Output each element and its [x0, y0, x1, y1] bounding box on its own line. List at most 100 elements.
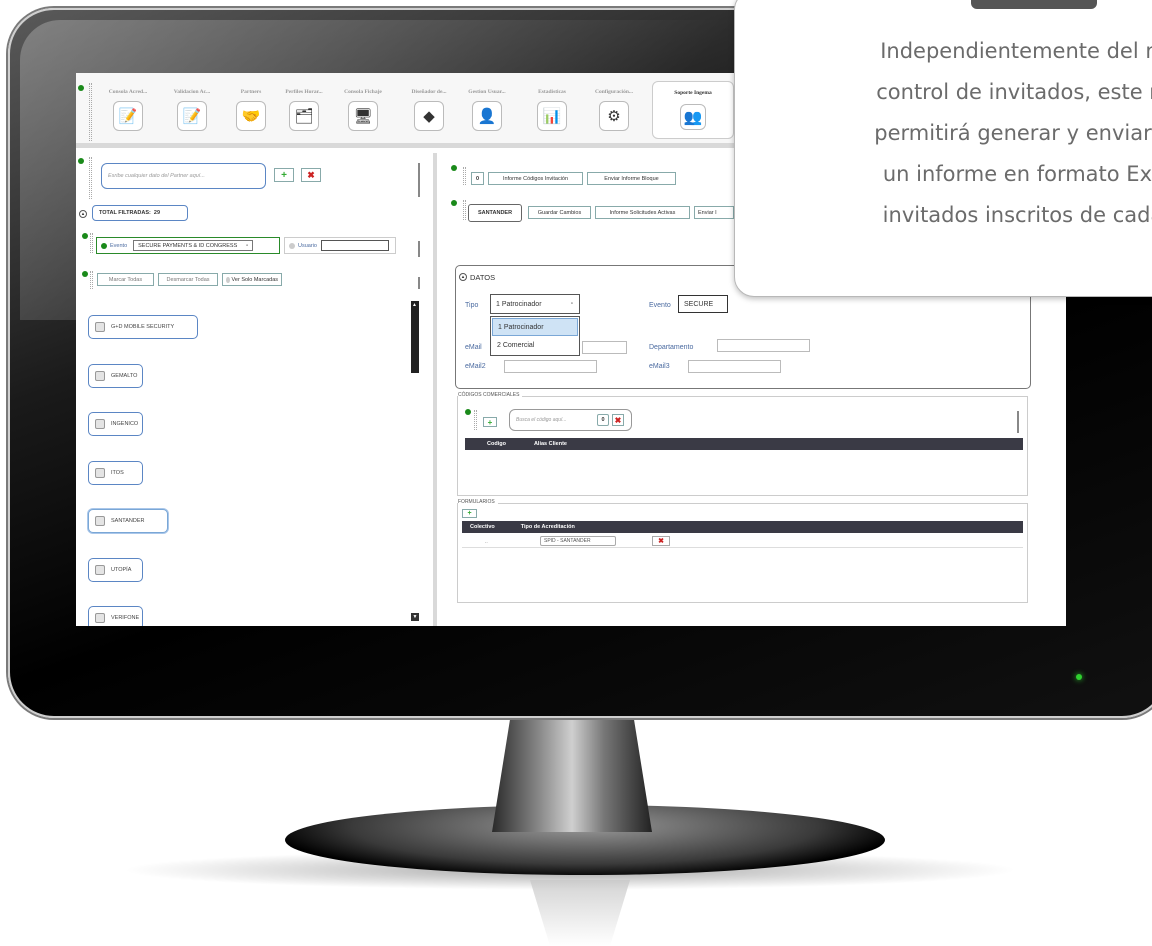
partner-list-item[interactable]: G+D MOBILE SECURITY [88, 315, 198, 339]
scroll-up-icon[interactable]: ▲ [412, 302, 417, 308]
chevron-down-icon: ▫ [570, 301, 573, 307]
status-dot [78, 85, 84, 91]
clear-code-button[interactable]: ✖ [612, 414, 624, 426]
partner-checkbox[interactable] [95, 613, 105, 623]
drag-handle[interactable] [463, 200, 466, 220]
partner-checkbox[interactable] [95, 467, 105, 478]
row-colectivo: .. [485, 539, 488, 545]
desmarcar-todas-button[interactable]: Desmarcar Todas [158, 273, 218, 286]
col-colectivo: Colectivo [470, 524, 495, 530]
partner-checkbox[interactable] [95, 370, 105, 381]
tipo-label: Tipo [465, 302, 479, 309]
partner-name: INGENICO [111, 421, 139, 427]
partner-list-item[interactable]: INGENICO [88, 412, 143, 436]
partner-search-input[interactable]: Esribe cualquier dato del Partner aquí..… [101, 163, 266, 189]
toolbar-item[interactable]: Partners 🤝 [221, 89, 281, 131]
partner-checkbox[interactable] [95, 419, 105, 429]
toolbar-item-label: Soporte Ingema [674, 90, 712, 96]
scrollbar[interactable] [418, 163, 420, 197]
email3-label: eMail3 [649, 363, 670, 370]
informe-codigos-button[interactable]: Informe Códigos Invitación [488, 172, 583, 185]
partner-list-item[interactable]: SANTANDER [88, 509, 168, 533]
partner-checkbox[interactable] [95, 322, 105, 332]
toolbar-item[interactable]: Diseñador de... ◆ [399, 89, 459, 131]
evento-filter[interactable]: Evento SECURE PAYMENTS & ID CONGRESS ▫ [96, 237, 280, 254]
evento-select[interactable]: SECURE PAYMENTS & ID CONGRESS ▫ [133, 240, 254, 251]
terminal-icon: 🖥 [348, 101, 378, 131]
informe-solicitudes-button[interactable]: Informe Solicitudes Activas [595, 206, 690, 219]
email-field[interactable] [582, 341, 627, 354]
scrollbar[interactable] [1017, 411, 1019, 433]
tipo-option[interactable]: 1 Patrocinador [492, 318, 578, 336]
callout-tab [971, 0, 1097, 9]
add-partner-button[interactable]: + [274, 168, 294, 182]
scrollbar[interactable] [418, 277, 420, 289]
settings-icon: ⚙ [599, 101, 629, 131]
partner-name: G+D MOBILE SECURITY [111, 324, 175, 330]
partner-name: ITOS [111, 469, 124, 476]
usuario-select[interactable] [320, 240, 389, 251]
tipo-select[interactable]: 1 Patrocinador ▫ [490, 294, 580, 314]
toolbar-item-label: Consola Acred... [108, 89, 148, 95]
toolbar-item[interactable]: Perfiles Horar... 🗂 [274, 89, 334, 131]
scrollbar[interactable] [418, 241, 420, 257]
toolbar-item[interactable]: Estadisticas 📊 [522, 89, 582, 131]
users-icon: 👤 [472, 101, 502, 131]
support-team-icon: 👥 [680, 104, 706, 130]
tipo-option[interactable]: 2 Comercial [491, 337, 579, 354]
toolbar-item-label: Partners [240, 89, 262, 95]
clear-search-button[interactable]: ✖ [301, 168, 321, 182]
toolbar-item[interactable]: Consola Fichaje 🖥 [333, 89, 393, 131]
table-row: .. SPID - SANTANDER ✖ [462, 535, 1023, 548]
row-tipo-acreditacion[interactable]: SPID - SANTANDER [540, 536, 616, 546]
toolbar-item[interactable]: Configuración... ⚙ [584, 89, 644, 131]
toolbar-item[interactable]: Gestion Usuar... 👤 [457, 89, 517, 131]
departamento-field[interactable] [717, 339, 810, 352]
toolbar-item-soporte[interactable]: Soporte Ingema 👥 [652, 81, 734, 139]
toolbar-item[interactable]: Validacion Ac... 📝 [162, 89, 222, 131]
partner-list-item[interactable]: VERIFONE [88, 606, 143, 626]
add-form-button[interactable]: + [462, 509, 477, 518]
drag-handle[interactable] [90, 271, 93, 289]
partner-list-item[interactable]: GEMALTO [88, 363, 143, 388]
codigos-title: CÓDIGOS COMERCIALES [458, 392, 523, 398]
partner-checkbox[interactable] [95, 516, 105, 526]
partner-list-scroll-thumb[interactable] [411, 301, 419, 373]
partner-name-badge: SANTANDER [468, 204, 522, 222]
email2-label: eMail2 [465, 363, 486, 370]
toolbar-item-label: Gestion Usuar... [468, 89, 506, 95]
add-code-button[interactable]: + [483, 417, 497, 427]
email2-field[interactable] [504, 360, 597, 373]
ver-solo-marcadas-button[interactable]: Ver Solo Marcadas [222, 273, 282, 286]
formularios-title: FORMULARIOS [458, 499, 498, 505]
guardar-cambios-button[interactable]: Guardar Cambios [528, 206, 591, 219]
enviar-informe-button[interactable]: Enviar I [694, 206, 734, 219]
scroll-down-icon[interactable]: ▼ [411, 613, 419, 621]
partner-checkbox[interactable] [95, 564, 105, 575]
enviar-informe-bloque-button[interactable]: Enviar Informe Bloque [587, 172, 676, 185]
toolbar-item[interactable]: Consola Acred... 📝 [98, 89, 158, 131]
marcar-todas-button[interactable]: Marcar Todas [97, 273, 154, 286]
power-led-icon [1076, 674, 1082, 680]
evento-field[interactable]: SECURE [678, 295, 728, 313]
col-tipo-acreditacion: Tipo de Acreditación [520, 524, 575, 530]
drag-handle[interactable] [463, 167, 466, 185]
col-alias-cliente: Alias Cliente [533, 441, 567, 447]
partner-list-item[interactable]: ITOS [88, 460, 143, 485]
partner-list-item[interactable]: UTOPÍA [88, 557, 143, 582]
delete-row-button[interactable]: ✖ [652, 536, 670, 546]
toolbar-item-label: Configuración... [594, 89, 634, 95]
collapse-icon[interactable]: ▴ [459, 273, 467, 281]
drag-handle[interactable] [90, 233, 93, 253]
drag-handle[interactable] [474, 410, 477, 430]
usuario-label: Usuario [298, 242, 317, 249]
drag-handle[interactable] [89, 157, 92, 199]
drag-handle[interactable] [89, 83, 92, 141]
toolbar-item-label: Consola Fichaje [344, 89, 382, 95]
collapse-icon[interactable]: ▴ [79, 210, 87, 218]
tipo-selected-value: 1 Patrocinador [496, 300, 542, 308]
handshake-icon: 🤝 [236, 101, 266, 131]
code-count-badge: 0 [597, 414, 609, 426]
usuario-filter[interactable]: Usuario [284, 237, 396, 254]
email3-field[interactable] [688, 360, 781, 373]
